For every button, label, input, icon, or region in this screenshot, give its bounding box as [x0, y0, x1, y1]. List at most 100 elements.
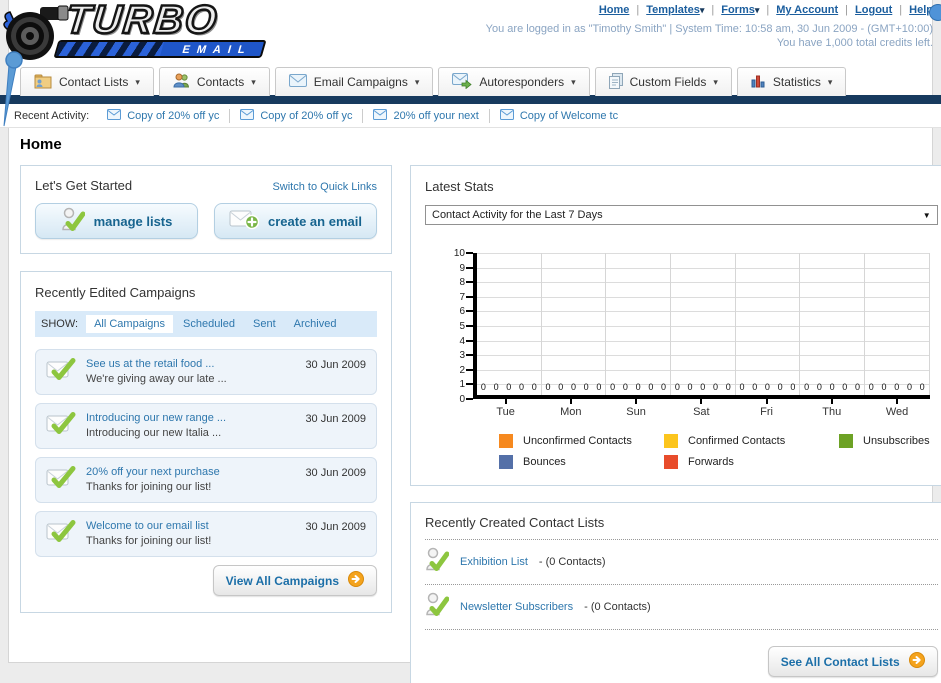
y-axis-label: 5 [459, 321, 465, 332]
top-nav-links: Home | Templates ▾ | Forms ▾ | My Account | Logo… [598, 4, 933, 16]
bar-value-label: 0 [596, 382, 602, 392]
view-all-campaigns-button[interactable]: View All Campaigns [212, 565, 377, 596]
y-axis-tick [466, 383, 473, 386]
nav-link-templates[interactable]: Templates ▾ [646, 4, 704, 16]
create-email-button[interactable]: create an email [214, 203, 377, 239]
bar-value-label: 0 [622, 382, 628, 392]
filter-all-campaigns[interactable]: All Campaigns [86, 315, 173, 333]
credits-line: You have 1,000 total credits left. [776, 37, 933, 49]
contact-list-link[interactable]: Newsletter Subscribers [460, 601, 573, 613]
tab-contacts[interactable]: Contacts ▾ [158, 67, 270, 96]
nav-link-logout[interactable]: Logout [855, 4, 892, 16]
nav-link-forms[interactable]: Forms ▾ [721, 4, 759, 16]
x-axis-tick [504, 399, 507, 404]
campaign-text: 20% off your next purchase Thanks for joi… [86, 465, 220, 495]
campaign-title-link[interactable]: 20% off your next purchase [86, 466, 220, 478]
legend-item: Confirmed Contacts [664, 434, 839, 448]
y-axis-tick [466, 281, 473, 284]
y-axis-tick [466, 339, 473, 342]
campaign-row[interactable]: 20% off your next purchase Thanks for joi… [35, 457, 377, 503]
bar-value-label: 0 [906, 382, 912, 392]
orange-arrow-icon [348, 571, 364, 590]
recent-activity-link[interactable]: Copy of Welcome tc [520, 110, 618, 122]
recent-activity-link[interactable]: Copy of 20% off yc [260, 110, 352, 122]
navy-divider-bar [0, 95, 941, 104]
recent-activity-item: Copy of 20% off yc [240, 108, 352, 123]
bar-value-label: 0 [829, 382, 835, 392]
tab-label: Autoresponders [479, 75, 565, 89]
chevron-down-icon: ▾ [827, 76, 833, 87]
person-pencil-icon [425, 592, 450, 621]
recent-activity-link[interactable]: Copy of 20% off yc [127, 110, 219, 122]
envelope-small-icon [373, 108, 388, 123]
bar-value-label: 0 [804, 382, 810, 392]
envelope-pencil-icon [46, 357, 76, 387]
y-axis-label: 2 [459, 364, 465, 376]
latest-stats-panel: Latest Stats Contact Activity for the La… [410, 165, 941, 486]
legend-swatch [664, 434, 678, 448]
y-axis-label: 4 [459, 335, 465, 347]
chart-day-group: 00000 [477, 253, 542, 395]
y-axis-tick [466, 252, 473, 254]
campaign-row[interactable]: Introducing our new range ... Introducing… [35, 403, 377, 449]
campaign-list: See us at the retail food ... We're givin… [35, 349, 377, 557]
tab-custom-fields[interactable]: Custom Fields ▾ [594, 67, 732, 96]
legend-swatch [839, 434, 853, 448]
y-axis-tick [466, 368, 473, 371]
campaign-date: 30 Jun 2009 [305, 467, 366, 479]
y-axis-label: 6 [459, 306, 465, 318]
tab-autoresponders[interactable]: Autoresponders ▾ [438, 67, 590, 96]
legend-label: Forwards [688, 456, 734, 468]
bar-value-label: 0 [739, 382, 745, 392]
see-all-contact-lists-button[interactable]: See All Contact Lists [767, 646, 938, 677]
bar-value-label: 0 [648, 382, 654, 392]
x-axis-tick [765, 399, 768, 404]
bar-value-label: 0 [570, 382, 576, 392]
nav-link-home[interactable]: Home [599, 4, 630, 16]
recent-activity-item: 20% off your next [373, 108, 479, 123]
y-axis-label: 0 [459, 394, 465, 405]
campaign-text: Welcome to our email list Thanks for join… [86, 519, 211, 549]
x-axis-label: Thu [799, 399, 864, 418]
contact-list-row[interactable]: Exhibition List - (0 Contacts) [425, 540, 938, 585]
help-bubble-icon[interactable] [929, 4, 941, 21]
contact-list-items: Exhibition List - (0 Contacts) Newsletter … [425, 540, 938, 630]
filter-scheduled[interactable]: Scheduled [175, 315, 243, 333]
filter-sent[interactable]: Sent [245, 315, 284, 333]
filter-archived[interactable]: Archived [286, 315, 345, 333]
tab-email-campaigns[interactable]: Email Campaigns ▾ [274, 67, 434, 96]
person-pencil-icon [61, 207, 86, 236]
campaign-row[interactable]: See us at the retail food ... We're givin… [35, 349, 377, 395]
campaign-title-link[interactable]: Welcome to our email list [86, 520, 209, 532]
chart-day-group: 00000 [865, 253, 930, 395]
y-axis-label: 1 [459, 379, 465, 391]
campaign-text: Introducing our new range ... Introducing… [86, 411, 226, 441]
envelope-pencil-icon [46, 411, 76, 441]
campaign-row[interactable]: Welcome to our email list Thanks for join… [35, 511, 377, 557]
chart-day-group: 00000 [800, 253, 865, 395]
campaign-title-link[interactable]: See us at the retail food ... [86, 358, 214, 370]
stats-dropdown[interactable]: Contact Activity for the Last 7 Days ▼ [425, 205, 938, 225]
tab-contact-lists[interactable]: Contact Lists ▾ [20, 67, 154, 96]
legend-label: Confirmed Contacts [688, 435, 786, 447]
contact-list-row[interactable]: Newsletter Subscribers - (0 Contacts) [425, 585, 938, 630]
manage-lists-button[interactable]: manage lists [35, 203, 198, 239]
envelope-small-icon [240, 108, 255, 123]
campaign-subtitle: Thanks for joining our list! [86, 535, 212, 547]
campaign-title-link[interactable]: Introducing our new range ... [86, 412, 226, 424]
recent-activity-link[interactable]: 20% off your next [393, 110, 478, 122]
switch-quick-links[interactable]: Switch to Quick Links [272, 181, 377, 193]
contact-list-link[interactable]: Exhibition List [460, 556, 528, 568]
chevron-down-icon: ▾ [754, 5, 760, 15]
nav-link-my-account[interactable]: My Account [776, 4, 838, 16]
tab-statistics[interactable]: Statistics ▾ [736, 67, 847, 96]
logo-text: TURBO [62, 0, 221, 43]
chevron-down-icon: ▾ [135, 76, 140, 87]
legend-item: Unsubscribes [839, 434, 930, 448]
y-axis-label: 9 [459, 262, 465, 274]
logo-subtext: EMAIL [180, 44, 254, 56]
recent-activity-item: Copy of Welcome tc [499, 108, 618, 123]
x-axis-tick [830, 399, 833, 404]
bar-value-label: 0 [493, 382, 499, 392]
legend-label: Unconfirmed Contacts [523, 435, 632, 447]
